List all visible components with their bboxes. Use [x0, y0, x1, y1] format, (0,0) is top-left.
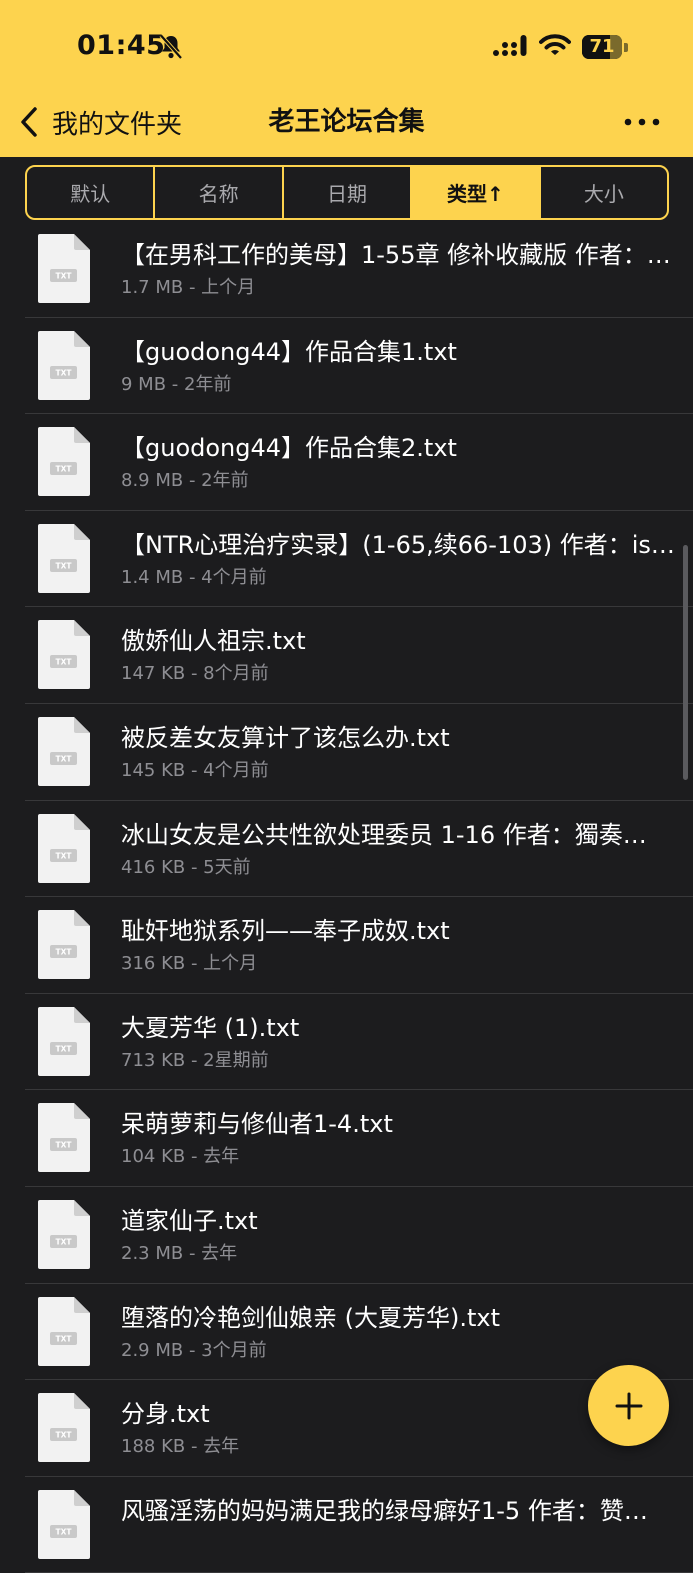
back-label: 我的文件夹 — [52, 109, 183, 140]
wifi-icon — [539, 34, 571, 55]
file-type-label: TXT — [55, 658, 72, 667]
file-row[interactable]: TXT 大夏芳华 (1).txt 713 KB - 2星期前 — [0, 994, 693, 1091]
file-meta: 1.4 MB - 4个月前 — [121, 566, 267, 588]
file-name: 【NTR心理治疗实录】(1-65,续66-103) 作者：isn… — [121, 530, 683, 559]
file-meta: 416 KB - 5天前 — [121, 856, 251, 878]
file-type-label: TXT — [55, 368, 72, 377]
sort-tab-type[interactable]: 类型↑ — [412, 167, 541, 218]
txt-file-icon: TXT — [38, 427, 90, 497]
sort-tab-size[interactable]: 大小 — [541, 167, 667, 218]
file-row[interactable]: TXT 【guodong44】作品合集1.txt 9 MB - 2年前 — [0, 318, 693, 415]
file-name: 冰山女友是公共性欲处理委员 1-16 作者：獨奏… — [121, 820, 647, 849]
file-type-label: TXT — [55, 272, 72, 281]
file-type-label: TXT — [55, 1334, 72, 1343]
txt-file-icon: TXT — [38, 1489, 90, 1559]
file-row[interactable]: TXT 【在男科工作的美母】1-55章 修补收藏版 作者：… 1.7 MB - … — [0, 221, 693, 318]
bell-muted-icon — [159, 34, 183, 60]
file-type-label: TXT — [55, 948, 72, 957]
battery-tip — [624, 43, 628, 52]
file-name: 呆萌萝莉与修仙者1-4.txt — [121, 1110, 393, 1139]
file-meta: 713 KB - 2星期前 — [121, 1049, 269, 1071]
file-meta: 2.9 MB - 3个月前 — [121, 1339, 267, 1361]
txt-file-icon: TXT — [38, 1296, 90, 1366]
battery-indicator: 71 — [582, 35, 622, 59]
file-meta: 8.9 MB - 2年前 — [121, 470, 249, 492]
file-row[interactable]: TXT 冰山女友是公共性欲处理委员 1-16 作者：獨奏… 416 KB - 5… — [0, 801, 693, 898]
file-name: 道家仙子.txt — [121, 1206, 258, 1235]
file-row[interactable]: TXT 风骚淫荡的妈妈满足我的绿母癖好1-5 作者：赞… — [0, 1477, 693, 1573]
file-type-label: TXT — [55, 1044, 72, 1053]
sort-tab-name[interactable]: 名称 — [155, 167, 284, 218]
txt-file-icon: TXT — [38, 523, 90, 593]
file-name: 大夏芳华 (1).txt — [121, 1013, 300, 1042]
txt-file-icon: TXT — [38, 620, 90, 690]
file-meta: 9 MB - 2年前 — [121, 373, 232, 395]
txt-file-icon: TXT — [38, 1393, 90, 1463]
file-type-label: TXT — [55, 1141, 72, 1150]
file-row[interactable]: TXT 【guodong44】作品合集2.txt 8.9 MB - 2年前 — [0, 414, 693, 511]
file-name: 【在男科工作的美母】1-55章 修补收藏版 作者：… — [121, 241, 671, 269]
add-button[interactable] — [588, 1365, 669, 1446]
file-type-label: TXT — [55, 1431, 72, 1440]
file-name: 【guodong44】作品合集2.txt — [121, 434, 457, 463]
file-type-label: TXT — [55, 561, 72, 570]
file-name: 【guodong44】作品合集1.txt — [121, 337, 457, 366]
file-row[interactable]: TXT 被反差女友算计了该怎么办.txt 145 KB - 4个月前 — [0, 704, 693, 801]
file-type-label: TXT — [55, 1527, 72, 1536]
more-options-icon[interactable] — [620, 112, 664, 132]
battery-level: 71 — [589, 36, 615, 57]
file-row[interactable]: TXT 耻奸地狱系列——奉子成奴.txt 316 KB - 上个月 — [0, 897, 693, 994]
txt-file-icon: TXT — [38, 716, 90, 786]
file-type-label: TXT — [55, 1237, 72, 1246]
txt-file-icon: TXT — [38, 330, 90, 400]
file-meta: 2.3 MB - 去年 — [121, 1242, 238, 1264]
file-type-label: TXT — [55, 465, 72, 474]
status-time: 01:45 — [77, 30, 166, 61]
txt-file-icon: TXT — [38, 910, 90, 980]
file-list: TXT 【在男科工作的美母】1-55章 修补收藏版 作者：… 1.7 MB - … — [0, 221, 693, 1573]
txt-file-icon: TXT — [38, 813, 90, 883]
sort-segmented-control: 默认 名称 日期 类型↑ 大小 — [25, 165, 669, 220]
scrollbar[interactable] — [683, 545, 688, 780]
txt-file-icon: TXT — [38, 1103, 90, 1173]
file-type-label: TXT — [55, 851, 72, 860]
file-row[interactable]: TXT 【NTR心理治疗实录】(1-65,续66-103) 作者：isn… 1.… — [0, 511, 693, 608]
file-type-label: TXT — [55, 754, 72, 763]
file-name: 耻奸地狱系列——奉子成奴.txt — [121, 917, 450, 946]
sort-tab-default[interactable]: 默认 — [27, 167, 156, 218]
file-meta: 1.7 MB - 上个月 — [121, 277, 256, 298]
file-name: 风骚淫荡的妈妈满足我的绿母癖好1-5 作者：赞… — [121, 1496, 648, 1525]
file-meta: 147 KB - 8个月前 — [121, 663, 269, 685]
top-bar: 01:45 71 我的文件夹 老王论坛合集 — [0, 0, 693, 157]
chevron-left-icon — [21, 107, 37, 137]
cellular-signal-icon — [493, 35, 527, 56]
txt-file-icon: TXT — [38, 1006, 90, 1076]
file-row[interactable]: TXT 堕落的冷艳剑仙娘亲 (大夏芳华).txt 2.9 MB - 3个月前 — [0, 1284, 693, 1381]
txt-file-icon: TXT — [38, 234, 90, 303]
file-meta: 104 KB - 去年 — [121, 1146, 240, 1168]
sort-tab-date[interactable]: 日期 — [284, 167, 413, 218]
file-meta: 145 KB - 4个月前 — [121, 759, 269, 781]
file-name: 傲娇仙人祖宗.txt — [121, 627, 306, 656]
file-row[interactable]: TXT 呆萌萝莉与修仙者1-4.txt 104 KB - 去年 — [0, 1090, 693, 1187]
file-meta: 188 KB - 去年 — [121, 1436, 240, 1458]
back-button[interactable]: 我的文件夹 — [18, 101, 182, 143]
file-meta: 316 KB - 上个月 — [121, 953, 258, 975]
txt-file-icon: TXT — [38, 1199, 90, 1269]
file-name: 堕落的冷艳剑仙娘亲 (大夏芳华).txt — [121, 1303, 501, 1332]
plus-icon — [615, 1392, 642, 1419]
file-row[interactable]: TXT 道家仙子.txt 2.3 MB - 去年 — [0, 1187, 693, 1284]
file-name: 被反差女友算计了该怎么办.txt — [121, 723, 450, 752]
file-row[interactable]: TXT 傲娇仙人祖宗.txt 147 KB - 8个月前 — [0, 607, 693, 704]
